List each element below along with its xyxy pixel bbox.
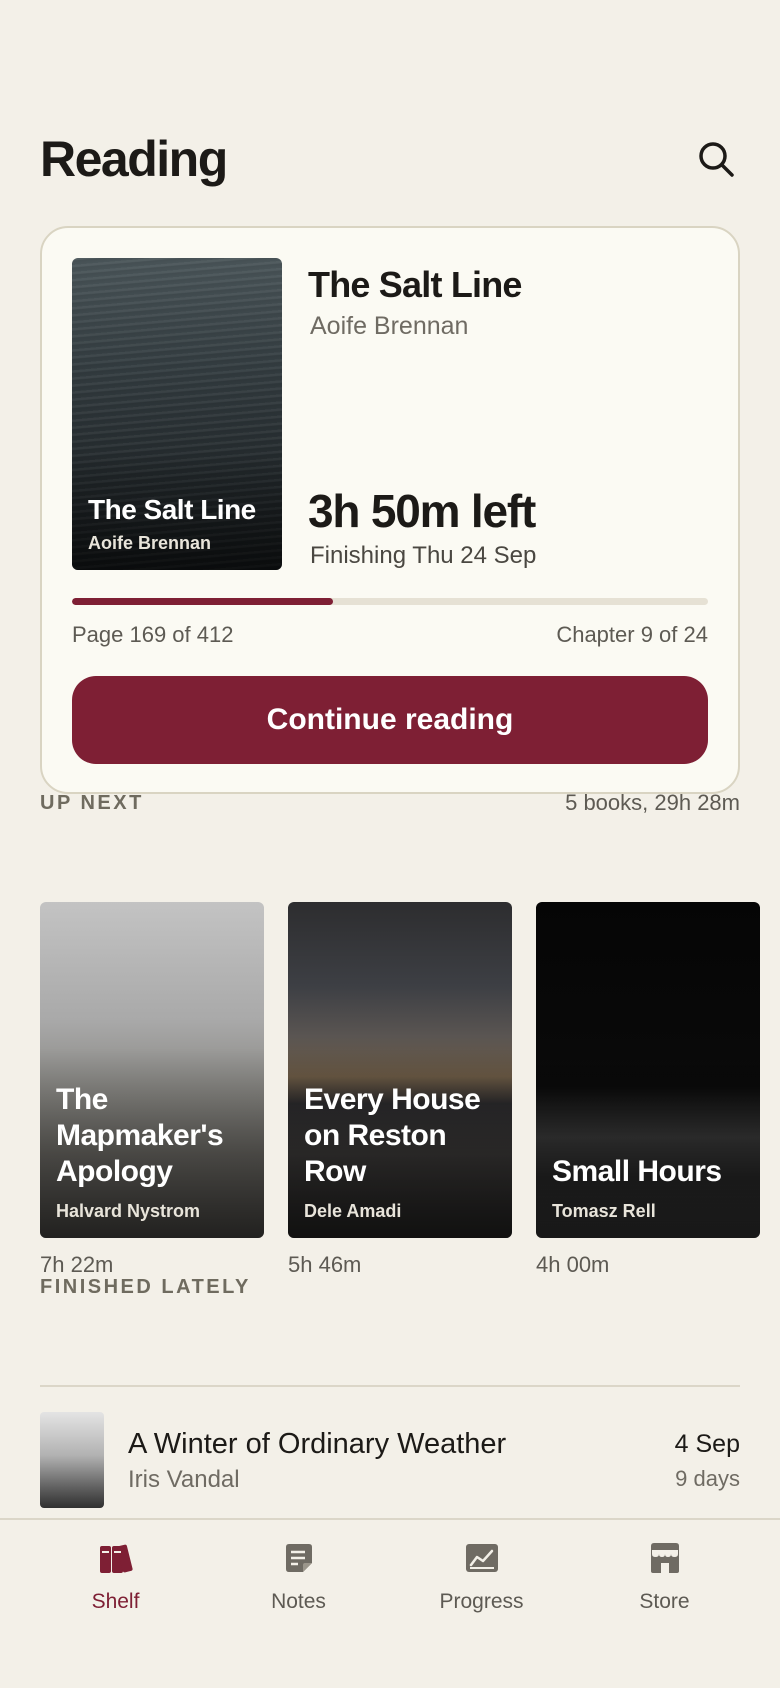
tab-label: Shelf [91, 1590, 140, 1613]
tab-label: Progress [439, 1590, 524, 1613]
up-next-summary: 5 books, 29h 28m [565, 790, 740, 815]
chart-icon [464, 1540, 500, 1576]
tab-shelf[interactable]: Shelf [24, 1540, 207, 1614]
page-info: Page 169 of 412 [72, 622, 234, 647]
cover-title: The Mapmaker's Apology [56, 1083, 224, 1188]
finish-date: Finishing Thu 24 Sep [310, 542, 537, 569]
book-cover[interactable]: Every House on Reston Row Dele Amadi [288, 902, 512, 1238]
cover-author: Dele Amadi [304, 1201, 402, 1221]
up-next-label: UP NEXT [40, 792, 144, 814]
continue-reading-button[interactable]: Continue reading [72, 676, 708, 764]
store-icon [647, 1540, 683, 1576]
note-icon [281, 1540, 317, 1576]
tab-store[interactable]: Store [573, 1540, 756, 1614]
up-next-book[interactable]: The Mapmaker's Apology Halvard Nystrom 7… [40, 902, 264, 1278]
tab-notes[interactable]: Notes [207, 1540, 390, 1614]
tab-progress[interactable]: Progress [390, 1540, 573, 1614]
book-title: The Salt Line [308, 264, 522, 305]
search-icon [699, 142, 734, 177]
book-duration: 7h 22m [40, 1252, 114, 1277]
chapter-info: Chapter 9 of 24 [556, 622, 708, 647]
up-next-book[interactable]: Every House on Reston Row Dele Amadi 5h … [288, 902, 512, 1278]
cover-title: Small Hours [552, 1155, 722, 1188]
finished-date: 4 Sep [674, 1430, 740, 1458]
finished-lately-label: FINISHED LATELY [40, 1276, 251, 1298]
page-title: Reading [40, 131, 228, 187]
header: Reading [40, 130, 740, 188]
book-duration: 5h 46m [288, 1252, 362, 1277]
up-next-book[interactable]: Small Hours Tomasz Rell 4h 00m [536, 902, 760, 1278]
progress-fill [72, 598, 333, 605]
finished-book-row[interactable]: A Winter of Ordinary Weather Iris Vandal… [40, 1412, 740, 1508]
book-thumbnail [40, 1412, 104, 1508]
search-button[interactable] [692, 135, 740, 183]
book-duration: 4h 00m [536, 1252, 610, 1277]
finished-book-author: Iris Vandal [128, 1466, 240, 1493]
finished-duration: 9 days [675, 1466, 740, 1491]
books-icon [98, 1540, 134, 1576]
cover-author: Tomasz Rell [552, 1201, 656, 1221]
current-book-card[interactable]: The Salt Line Aoife Brennan The Salt Lin… [40, 226, 740, 794]
tab-label: Store [639, 1590, 690, 1613]
reading-progress-bar [72, 598, 708, 605]
cover-title: Every House on Reston Row [304, 1083, 481, 1188]
book-cover[interactable]: The Salt Line Aoife Brennan [72, 258, 282, 570]
finished-book-title: A Winter of Ordinary Weather [128, 1428, 507, 1460]
book-cover[interactable]: The Mapmaker's Apology Halvard Nystrom [40, 902, 264, 1238]
cover-author: Aoife Brennan [88, 533, 212, 553]
tab-label: Notes [271, 1590, 326, 1613]
tab-bar: Shelf Notes Progress Store [0, 1518, 780, 1688]
book-cover[interactable]: Small Hours Tomasz Rell [536, 902, 760, 1238]
time-left: 3h 50m left [308, 485, 536, 537]
section-divider [40, 1385, 740, 1387]
book-author: Aoife Brennan [310, 312, 469, 340]
cover-title: The Salt Line [88, 494, 256, 525]
cover-author: Halvard Nystrom [56, 1201, 201, 1221]
